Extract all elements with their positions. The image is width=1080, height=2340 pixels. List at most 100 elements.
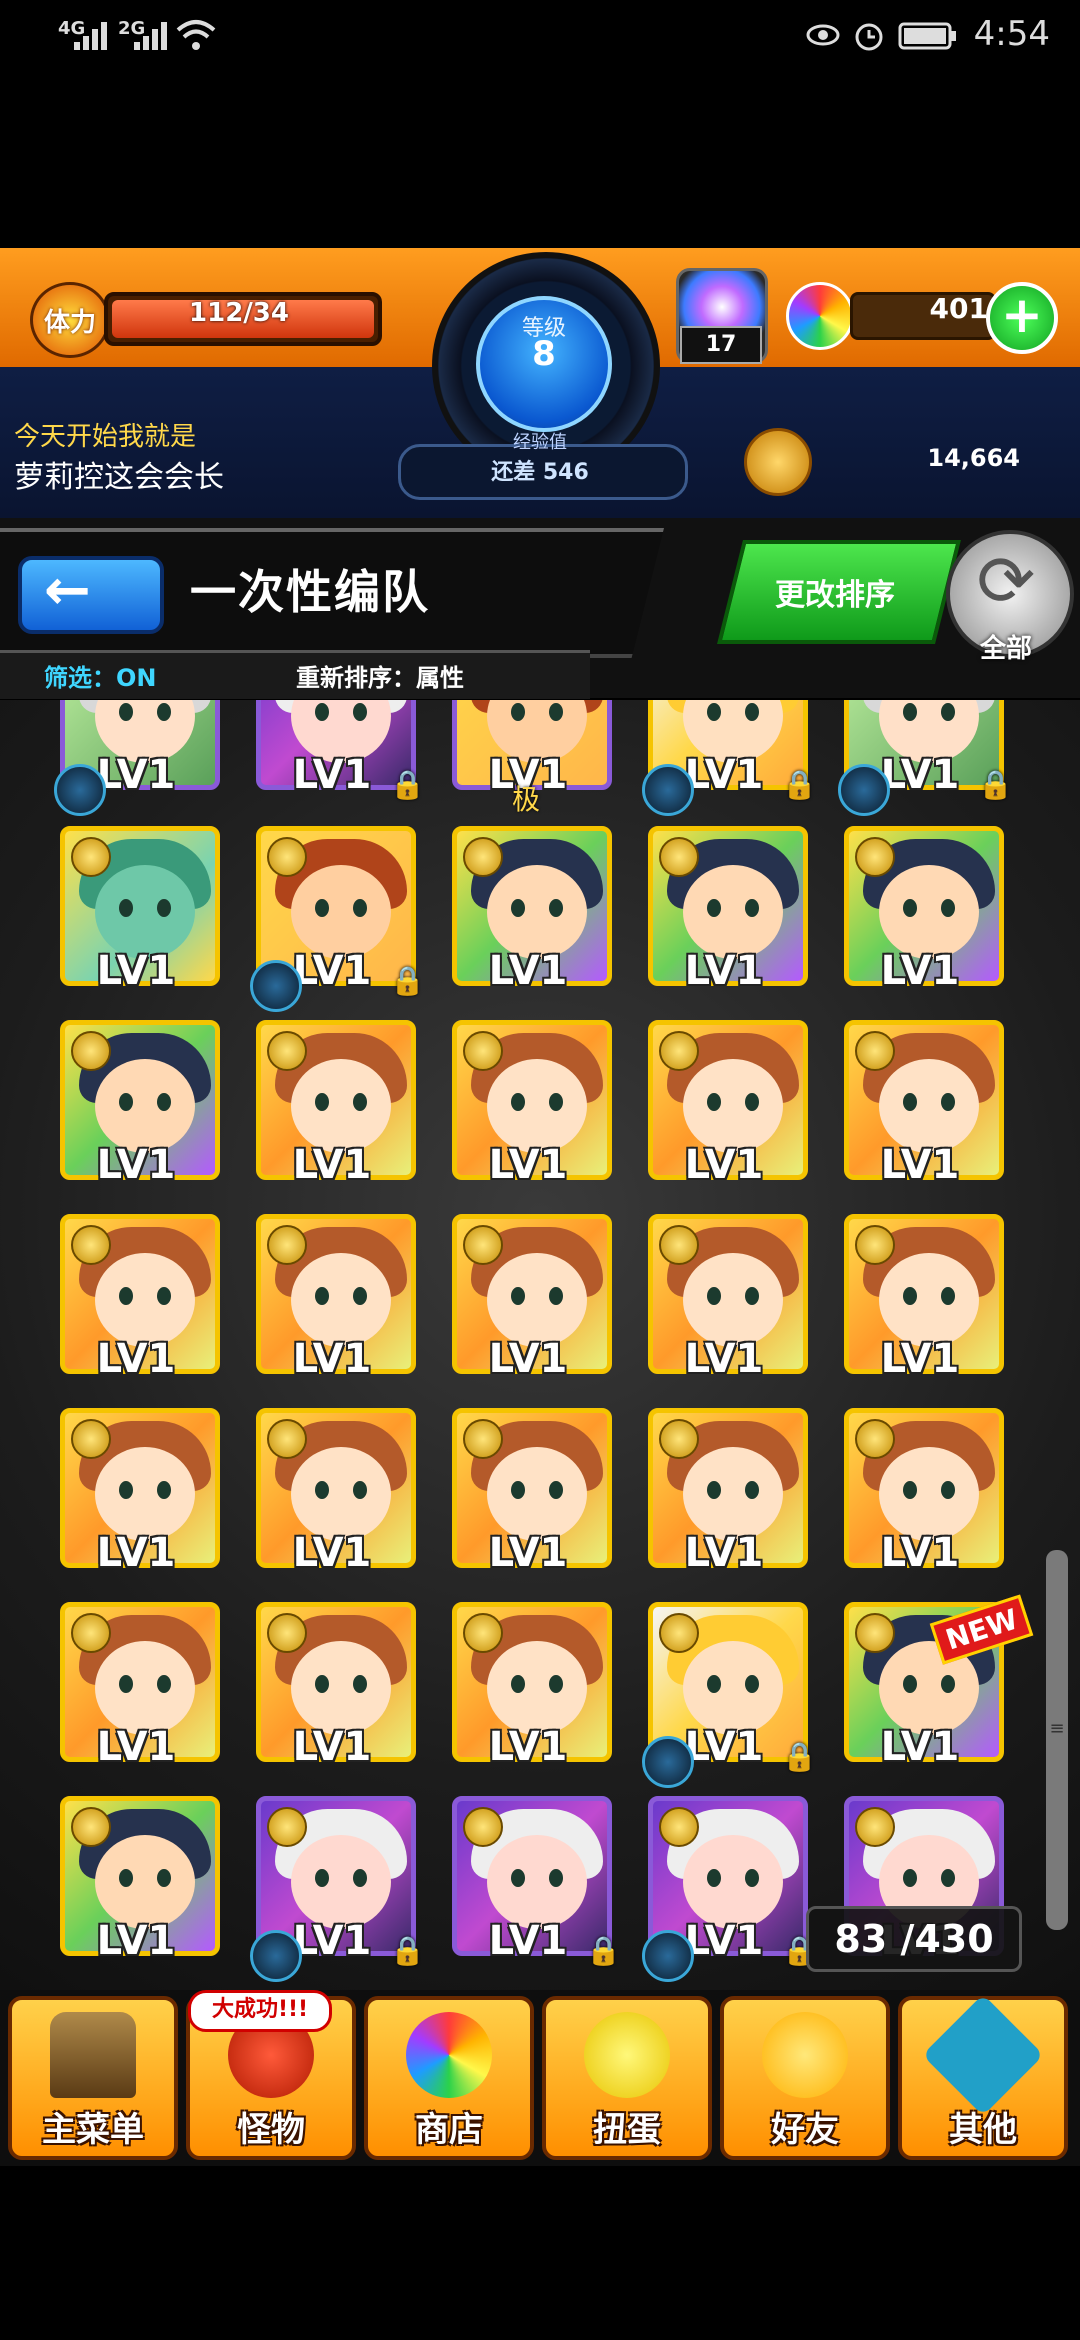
monster-eye: [157, 1869, 171, 1887]
attribute-icon: [267, 1031, 307, 1071]
monster-eye: [157, 1675, 171, 1693]
monster-eye: [353, 703, 367, 721]
scrollbar-thumb[interactable]: [1046, 1550, 1068, 1930]
nav-item-0[interactable]: 主菜单: [8, 1996, 178, 2160]
monster-level: LV1: [684, 948, 764, 994]
exp-remaining: 还差 546: [491, 460, 589, 485]
wifi-icon: [176, 20, 216, 50]
attribute-icon: [463, 1419, 503, 1459]
monster-face: [95, 1253, 195, 1347]
eye-icon: [806, 24, 840, 46]
attribute-icon: [855, 1419, 895, 1459]
monster-eye: [745, 1093, 759, 1111]
monster-face: [487, 1641, 587, 1735]
scrollbar-grip-icon: ≡: [1049, 1718, 1065, 1739]
attribute-icon: [659, 1419, 699, 1459]
monster-eye: [903, 703, 917, 721]
monster-eye: [549, 1481, 563, 1499]
monster-eye: [353, 1287, 367, 1305]
attribute-icon: [267, 1807, 307, 1847]
monster-eye: [353, 1675, 367, 1693]
back-arrow-icon: ←: [44, 558, 91, 623]
nav-label: 其他: [949, 2110, 1017, 2150]
attribute-icon: [71, 1031, 111, 1071]
attribute-icon: [463, 1613, 503, 1653]
nav-label: 主菜单: [42, 2110, 144, 2150]
success-tag: 大成功!!!: [188, 1990, 332, 2032]
monster-eye: [315, 1481, 329, 1499]
attribute-icon: [855, 1225, 895, 1265]
clock: 4:54: [973, 14, 1050, 54]
monster-face: [291, 1447, 391, 1541]
monster-face: [95, 1641, 195, 1735]
monster-eye: [745, 1675, 759, 1693]
monster-level: LV1: [684, 1142, 764, 1188]
stamina-value: 112/34: [189, 298, 289, 328]
monster-eye: [315, 899, 329, 917]
monster-level: LV1: [292, 1336, 372, 1382]
monster-eye: [707, 703, 721, 721]
resort-by-attribute[interactable]: 重新排序：属性: [296, 658, 464, 693]
attribute-icon: [855, 837, 895, 877]
monster-level: LV1: [684, 1336, 764, 1382]
monster-face: [683, 865, 783, 959]
luck-badge-icon: [838, 764, 890, 816]
monster-face: [487, 1253, 587, 1347]
monster-eye: [511, 899, 525, 917]
monster-face: [683, 1835, 783, 1929]
monster-face: [683, 1641, 783, 1735]
attribute-icon: [71, 1807, 111, 1847]
monster-eye: [549, 899, 563, 917]
monster-eye: [119, 1093, 133, 1111]
attribute-icon: [267, 1225, 307, 1265]
nav-item-2[interactable]: 商店: [364, 1996, 534, 2160]
attribute-icon: [71, 1613, 111, 1653]
filter-toggle[interactable]: 筛选：ON: [44, 658, 157, 693]
monster-level: LV1: [880, 1530, 960, 1576]
attribute-icon: [855, 1613, 895, 1653]
monster-eye: [707, 899, 721, 917]
monster-eye: [903, 1093, 917, 1111]
monster-face: [95, 1447, 195, 1541]
monster-eye: [707, 1287, 721, 1305]
monster-eye: [119, 1869, 133, 1887]
monster-level: LV1: [292, 1530, 372, 1576]
attribute-icon: [463, 1807, 503, 1847]
luck-badge-icon: [642, 1930, 694, 1982]
attribute-icon: [463, 837, 503, 877]
luck-badge-icon: [642, 1736, 694, 1788]
attribute-icon: [71, 837, 111, 877]
monster-face: [291, 1835, 391, 1929]
notice-line-1: 今天开始我就是: [14, 422, 197, 452]
monster-eye: [353, 1869, 367, 1887]
nav-item-5[interactable]: 其他: [898, 1994, 1068, 2160]
stamina-icon: 体力: [30, 282, 110, 358]
gate-icon: [50, 2012, 136, 2098]
monster-eye: [745, 1869, 759, 1887]
monster-level: LV1: [292, 752, 372, 798]
monster-eye: [903, 1287, 917, 1305]
monster-level: LV1: [488, 1724, 568, 1770]
extra-mark: 极: [512, 783, 541, 816]
attribute-icon: [267, 837, 307, 877]
monster-eye: [511, 1481, 525, 1499]
monster-level: LV1: [488, 1530, 568, 1576]
monster-eye: [511, 1869, 525, 1887]
attribute-icon: [463, 1031, 503, 1071]
monster-eye: [941, 1093, 955, 1111]
monster-eye: [903, 899, 917, 917]
back-button[interactable]: [18, 556, 164, 634]
balloons-icon: [762, 2012, 848, 2098]
notice-line-2: 萝莉控这会会长: [14, 460, 224, 495]
monster-level: LV1: [96, 1530, 176, 1576]
nav-item-3[interactable]: 扭蛋: [542, 1996, 712, 2160]
attribute-icon: [463, 1225, 503, 1265]
monster-face: [291, 1641, 391, 1735]
monster-level: LV1: [96, 948, 176, 994]
monster-eye: [353, 1481, 367, 1499]
monster-eye: [941, 1287, 955, 1305]
nav-item-4[interactable]: 好友: [720, 1996, 890, 2160]
add-orb-button[interactable]: +: [986, 282, 1058, 354]
attribute-icon: [659, 837, 699, 877]
monster-face: [95, 1835, 195, 1929]
